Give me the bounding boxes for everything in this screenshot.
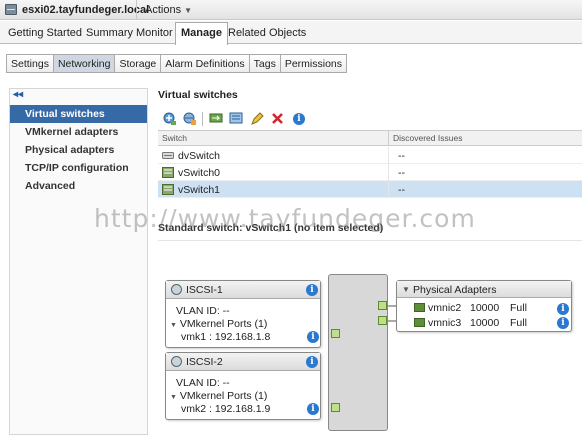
actions-menu[interactable]: Actions ▼ xyxy=(136,0,200,19)
nic-name: vmnic2 xyxy=(428,302,462,314)
nav-item-physical-adapters[interactable]: Physical adapters xyxy=(10,141,147,159)
info-icon[interactable]: i xyxy=(307,403,319,415)
info-icon[interactable]: i xyxy=(307,331,319,343)
tab-getting-started[interactable]: Getting Started xyxy=(8,24,82,44)
discovered-issues: -- xyxy=(398,150,405,162)
physical-adapters-title: Physical Adapters xyxy=(413,284,497,296)
physical-adapters-header: ▼ Physical Adapters xyxy=(397,281,571,298)
info-icon[interactable]: i xyxy=(557,303,569,315)
nic-icon xyxy=(414,318,425,327)
nic-name: vmnic3 xyxy=(428,317,462,329)
actions-label: Actions xyxy=(145,4,182,16)
port-group-icon xyxy=(171,356,182,367)
nic-row[interactable]: vmnic2 10000 Full i xyxy=(397,301,573,315)
vmk-address: vmk2 : 192.168.1.9 xyxy=(181,403,271,415)
nav-item-tcpip-configuration[interactable]: TCP/IP configuration xyxy=(10,159,147,177)
nic-duplex: Full xyxy=(510,302,527,314)
tab-summary[interactable]: Summary xyxy=(86,24,133,44)
standard-switch-icon xyxy=(162,184,174,195)
edit-pencil-icon[interactable] xyxy=(250,111,265,126)
tab-manage[interactable]: Manage xyxy=(175,22,228,45)
standard-switch-icon xyxy=(162,167,174,178)
main-tabs: Getting Started Summary Monitor Manage R… xyxy=(0,21,582,45)
port-group-header: ISCSI-2 i xyxy=(166,353,320,371)
collapse-panel-icon[interactable]: ◂◂ xyxy=(13,89,23,100)
physical-adapters-box[interactable]: ▼ Physical Adapters vmnic2 10000 Full i … xyxy=(396,280,572,332)
subtab-networking[interactable]: Networking xyxy=(52,54,116,73)
port-connector-icon xyxy=(331,329,340,338)
vlan-id: VLAN ID: -- xyxy=(176,377,230,389)
toolbar-separator xyxy=(202,112,203,126)
vlan-id: VLAN ID: -- xyxy=(176,305,230,317)
port-group-name: ISCSI-1 xyxy=(186,284,223,296)
port-group-name: ISCSI-2 xyxy=(186,356,223,368)
nic-icon xyxy=(414,303,425,312)
tab-related-objects[interactable]: Related Objects xyxy=(228,24,306,44)
vmk-address: vmk1 : 192.168.1.8 xyxy=(181,331,271,343)
port-group-iscsi-2[interactable]: ISCSI-2 i VLAN ID: -- ▼ VMkernel Ports (… xyxy=(165,352,321,420)
info-icon[interactable]: i xyxy=(306,356,318,368)
section-title: Virtual switches xyxy=(158,89,238,101)
table-row[interactable]: vSwitch0 -- xyxy=(158,164,582,181)
collapse-tri-icon[interactable]: ▼ xyxy=(402,285,410,294)
nav-item-vmkernel-adapters[interactable]: VMkernel adapters xyxy=(10,123,147,141)
watermark: http://www.tayfundeger.com xyxy=(94,204,476,233)
port-connector-icon xyxy=(331,403,340,412)
expand-tri-icon: ▼ xyxy=(170,394,177,401)
info-icon[interactable]: i xyxy=(293,113,305,125)
nav-item-virtual-switches[interactable]: Virtual switches xyxy=(10,105,147,123)
uplink-connector-icon xyxy=(378,301,387,310)
chevron-down-icon: ▼ xyxy=(184,6,192,15)
switch-name: vSwitch0 xyxy=(178,167,221,179)
add-network-icon[interactable] xyxy=(182,111,197,126)
table-row-selected[interactable]: vSwitch1 -- xyxy=(158,181,582,198)
nic-duplex: Full xyxy=(510,317,527,329)
discovered-issues: -- xyxy=(398,184,405,196)
networking-nav: ◂◂ Virtual switches VMkernel adapters Ph… xyxy=(9,88,148,435)
info-icon[interactable]: i xyxy=(557,317,569,329)
nic-row[interactable]: vmnic3 10000 Full i xyxy=(397,316,573,330)
switch-name: dvSwitch xyxy=(178,150,221,162)
subtab-tags[interactable]: Tags xyxy=(248,54,281,73)
switch-name: vSwitch1 xyxy=(178,184,221,196)
host-icon xyxy=(5,4,17,15)
port-group-icon xyxy=(171,284,182,295)
sub-tabs: Settings Networking Storage Alarm Defini… xyxy=(6,54,348,73)
column-header-switch[interactable]: Switch xyxy=(162,133,187,143)
subtab-storage[interactable]: Storage xyxy=(114,54,162,73)
virtual-switches-table: Switch Discovered Issues dvSwitch -- vSw… xyxy=(158,130,582,198)
table-header: Switch Discovered Issues xyxy=(158,131,582,146)
discovered-issues: -- xyxy=(398,167,405,179)
vmkernel-ports-toggle[interactable]: ▼ VMkernel Ports (1) xyxy=(170,318,267,330)
info-icon[interactable]: i xyxy=(306,284,318,296)
expand-tri-icon: ▼ xyxy=(170,322,177,329)
host-name: esxi02.tayfundeger.local xyxy=(22,4,150,16)
subtab-settings[interactable]: Settings xyxy=(6,54,54,73)
nic-speed: 10000 xyxy=(470,302,500,314)
table-row[interactable]: dvSwitch -- xyxy=(158,147,582,164)
tab-monitor[interactable]: Monitor xyxy=(136,24,173,44)
port-group-header: ISCSI-1 i xyxy=(166,281,320,299)
uplink-connector-icon xyxy=(378,316,387,325)
column-header-discovered-issues[interactable]: Discovered Issues xyxy=(393,133,462,143)
migrate-icon[interactable] xyxy=(209,111,224,126)
add-host-networking-icon[interactable] xyxy=(162,111,177,126)
subtab-alarm-definitions[interactable]: Alarm Definitions xyxy=(160,54,250,73)
distributed-switch-icon xyxy=(162,152,174,159)
manage-physical-adapters-icon[interactable] xyxy=(229,111,244,126)
title-bar: esxi02.tayfundeger.local Actions ▼ xyxy=(0,0,582,20)
nav-item-advanced[interactable]: Advanced xyxy=(10,177,147,195)
vmkernel-ports-toggle[interactable]: ▼ VMkernel Ports (1) xyxy=(170,390,267,402)
port-group-iscsi-1[interactable]: ISCSI-1 i VLAN ID: -- ▼ VMkernel Ports (… xyxy=(165,280,321,348)
nic-speed: 10000 xyxy=(470,317,500,329)
subtab-permissions[interactable]: Permissions xyxy=(279,54,348,73)
remove-icon[interactable] xyxy=(270,111,285,126)
